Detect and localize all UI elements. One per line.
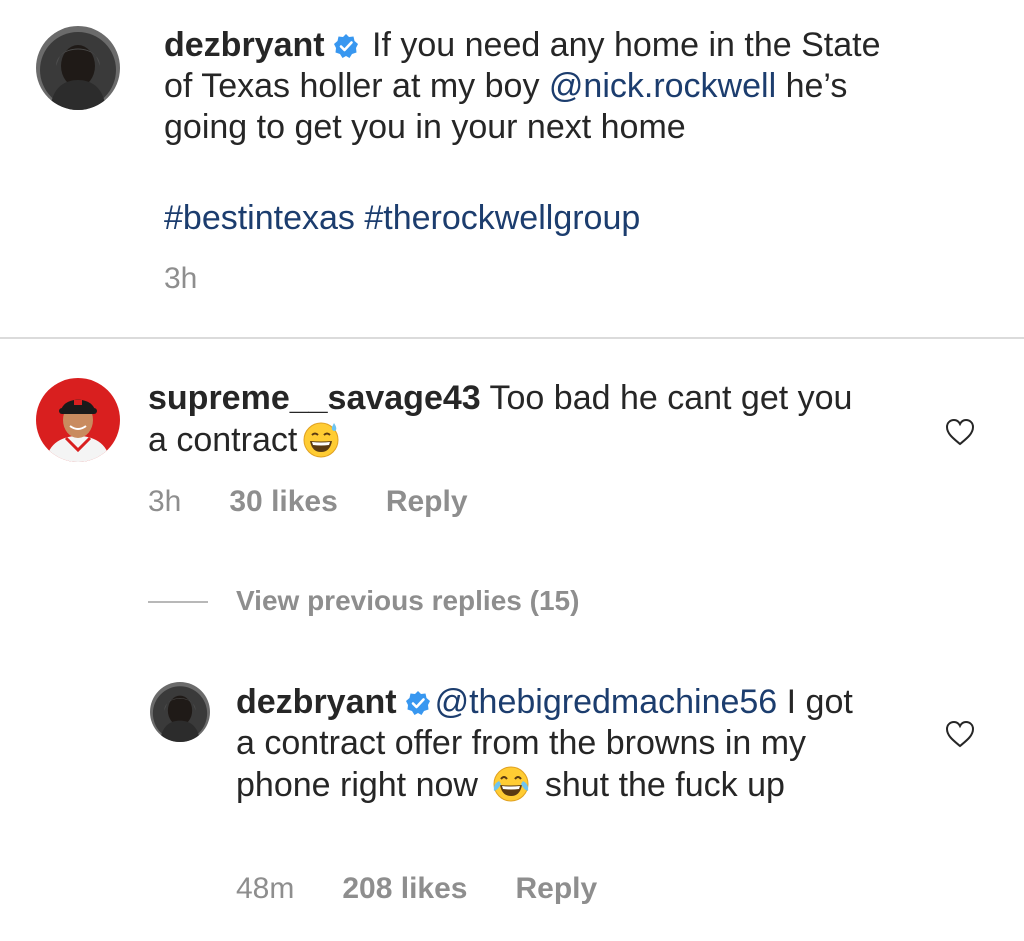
verified-badge-icon [405, 690, 431, 716]
caption-avatar[interactable] [36, 26, 120, 110]
reply-like-heart-icon[interactable] [944, 719, 976, 749]
comment-meta: 3h 30 likes Reply [148, 484, 516, 520]
comment-time: 3h [148, 485, 182, 518]
divider [0, 337, 1024, 339]
reply-meta: 48m 208 likes Reply [236, 871, 645, 907]
reply-time: 48m [236, 872, 295, 905]
reply-text: dezbryant @thebigredmachine56 I got a con… [236, 682, 876, 806]
caption-mention-link[interactable]: @nick.rockwell [549, 67, 776, 105]
face-with-tears-of-joy-emoji-icon [491, 764, 531, 804]
caption-time: 3h [164, 262, 198, 295]
caption-hashtags[interactable]: #bestintexas #therockwellgroup [164, 198, 884, 239]
caption-text: dezbryant If you need any home in the St… [164, 25, 884, 148]
reply-body-2: shut the fuck up [535, 766, 785, 804]
comment-reply-button[interactable]: Reply [386, 485, 468, 518]
reply-mention-link[interactable]: @thebigredmachine56 [435, 683, 778, 721]
grinning-face-with-sweat-emoji-icon [301, 419, 341, 459]
reply-reply-button[interactable]: Reply [515, 872, 597, 905]
caption-username[interactable]: dezbryant [164, 26, 325, 64]
comment-text: supreme__savage43 Too bad he cant get yo… [148, 378, 878, 461]
reply-avatar[interactable] [150, 682, 210, 742]
comment-likes[interactable]: 30 likes [229, 485, 337, 518]
profile-photo-icon [36, 378, 120, 462]
comment-avatar[interactable] [36, 378, 120, 462]
replies-divider-line [148, 601, 208, 603]
profile-photo-icon [36, 26, 120, 110]
reply-username[interactable]: dezbryant [236, 683, 397, 721]
comment-username[interactable]: supreme__savage43 [148, 379, 481, 417]
verified-badge-icon [333, 33, 359, 59]
view-previous-replies-button[interactable]: View previous replies (15) [236, 585, 579, 617]
comment-like-heart-icon[interactable] [944, 417, 976, 447]
profile-photo-icon [150, 682, 210, 742]
reply-likes[interactable]: 208 likes [342, 872, 467, 905]
caption-meta: 3h [164, 261, 245, 297]
